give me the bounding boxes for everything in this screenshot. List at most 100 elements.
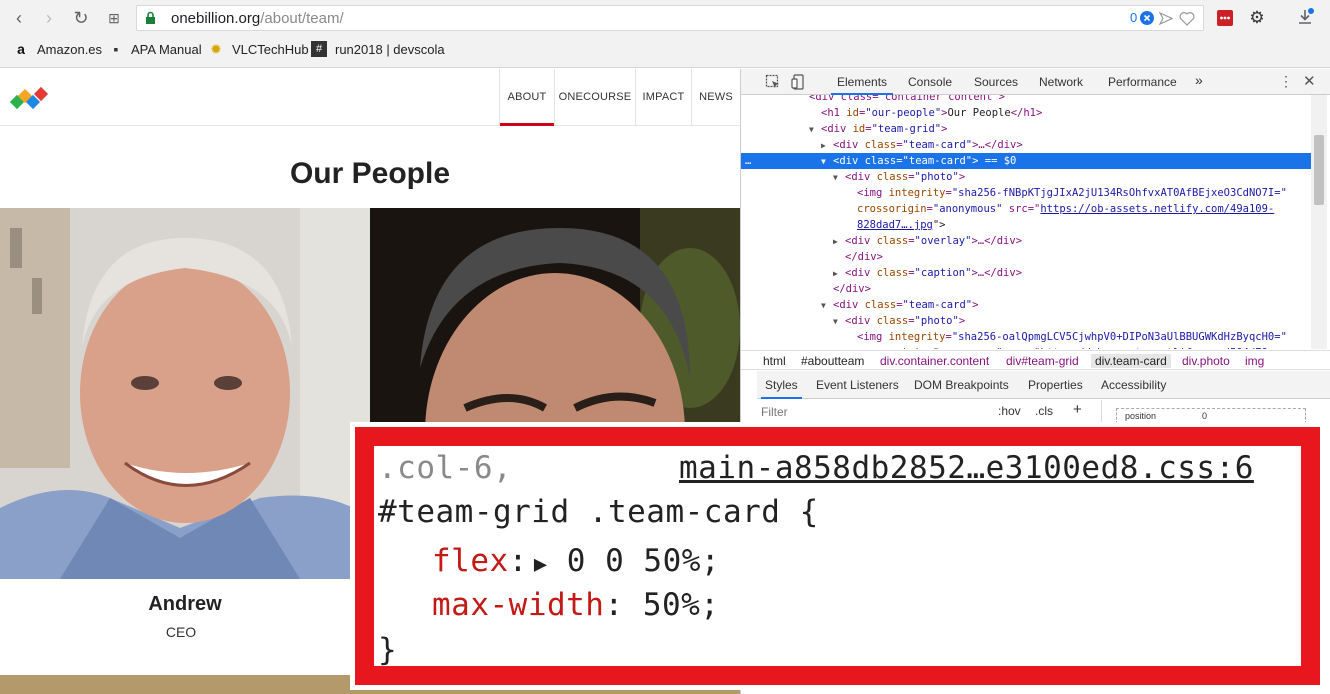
tab-properties[interactable]: Properties bbox=[1028, 378, 1083, 392]
dom-node[interactable]: ▶ <div class="caption">…</div> bbox=[741, 265, 1311, 281]
vlctechhub-icon: ✹ bbox=[210, 41, 222, 57]
expand-arrow-icon[interactable]: ▼ bbox=[809, 122, 821, 138]
node-menu-icon[interactable]: … bbox=[745, 153, 751, 169]
tab-sources[interactable]: Sources bbox=[974, 75, 1018, 89]
crumb-team-card[interactable]: div.team-card bbox=[1091, 354, 1171, 368]
site-header: ABOUT ONECOURSE IMPACT NEWS bbox=[0, 69, 740, 126]
close-icon[interactable]: ✕ bbox=[1303, 72, 1316, 90]
forward-icon[interactable]: › bbox=[38, 7, 60, 29]
nav-impact[interactable]: IMPACT bbox=[635, 69, 691, 126]
heart-icon[interactable] bbox=[1179, 11, 1195, 26]
dom-node[interactable]: ▼ <div class="team-card"> bbox=[741, 297, 1311, 313]
tab-console[interactable]: Console bbox=[908, 75, 952, 89]
portrait-image bbox=[0, 208, 370, 579]
tab-elements[interactable]: Elements bbox=[830, 75, 894, 95]
crumb-img[interactable]: img bbox=[1245, 354, 1264, 368]
expand-arrow-icon[interactable]: ▼ bbox=[833, 170, 845, 186]
resource-link[interactable]: 828dad7….jpg bbox=[857, 219, 933, 231]
kebab-menu-icon[interactable]: ⋮ bbox=[1279, 73, 1293, 90]
css-declaration-max-width[interactable]: max-width: 50%; bbox=[432, 587, 719, 623]
expand-arrow-icon[interactable]: ▶ bbox=[833, 266, 845, 282]
expand-arrow-icon[interactable]: ▶ bbox=[833, 234, 845, 250]
close-badge-icon[interactable] bbox=[1140, 11, 1154, 25]
dom-node-selected[interactable]: … ▼ <div class="team-card"> == $0 bbox=[741, 153, 1311, 169]
reload-icon[interactable]: ↻ bbox=[70, 7, 92, 29]
extension-counter: 0 bbox=[1130, 10, 1138, 25]
tab-network[interactable]: Network bbox=[1039, 75, 1083, 89]
bookmark-vlctechhub[interactable]: VLCTechHub bbox=[232, 42, 309, 57]
add-rule-button[interactable]: + bbox=[1073, 401, 1082, 418]
document-icon: ▪ bbox=[113, 41, 119, 57]
dom-node[interactable]: <img integrity="sha256-oalQpmgLCV5CjwhpV… bbox=[741, 329, 1311, 345]
dom-node[interactable]: crossorigin="anonymous" src="https://ob-… bbox=[741, 345, 1311, 349]
crumb-container[interactable]: div.container.content bbox=[880, 354, 989, 368]
apps-grid-icon[interactable]: ⊞ bbox=[103, 7, 125, 29]
dom-node[interactable]: ▼ <div id="team-grid"> bbox=[741, 121, 1311, 137]
download-icon[interactable] bbox=[1296, 8, 1314, 26]
nav-about[interactable]: ABOUT bbox=[499, 69, 554, 126]
expand-arrow-icon[interactable]: ▶ bbox=[534, 552, 548, 577]
dom-node[interactable]: crossorigin="anonymous" src="https://ob-… bbox=[741, 201, 1311, 217]
dom-node[interactable]: <img integrity="sha256-fNBpKTjgJIxA2jU13… bbox=[741, 185, 1311, 201]
tab-dom-breakpoints[interactable]: DOM Breakpoints bbox=[914, 378, 1009, 392]
css-declaration-flex[interactable]: flex: ▶ 0 0 50%; bbox=[432, 543, 720, 579]
value-max-width[interactable]: 50%; bbox=[643, 587, 720, 623]
resource-link[interactable]: https://ob-assets.netlify.com/594d79- bbox=[1040, 347, 1274, 349]
expand-arrow-icon[interactable]: ▼ bbox=[833, 314, 845, 330]
page-title: Our People bbox=[289, 157, 451, 190]
password-manager-icon[interactable] bbox=[1216, 9, 1234, 27]
expand-arrow-icon[interactable]: ▶ bbox=[821, 138, 833, 154]
expand-arrow-icon[interactable]: ▼ bbox=[821, 298, 833, 314]
bookmark-apa-manual[interactable]: APA Manual bbox=[131, 42, 202, 57]
onebillion-logo-icon[interactable] bbox=[10, 83, 50, 115]
tab-event-listeners[interactable]: Event Listeners bbox=[816, 378, 899, 392]
value-flex[interactable]: 0 0 50%; bbox=[567, 543, 720, 579]
dom-node[interactable]: <h1 id="our-people">Our People</h1> bbox=[741, 105, 1311, 121]
dom-node[interactable]: <div class="container content"> bbox=[741, 95, 1311, 105]
dom-node[interactable]: ▶ <div class="overlay">…</div> bbox=[741, 233, 1311, 249]
box-model-value: 0 bbox=[1202, 411, 1208, 421]
devtools-toolbar: Elements Console Sources Network Perform… bbox=[741, 69, 1330, 95]
dom-tree[interactable]: <div class="container content"> <h1 id="o… bbox=[741, 95, 1311, 349]
crumb-team-grid[interactable]: div#team-grid bbox=[1006, 354, 1079, 368]
crumb-photo[interactable]: div.photo bbox=[1182, 354, 1230, 368]
more-tabs-icon[interactable]: » bbox=[1195, 72, 1203, 88]
url-text[interactable]: onebillion.org/about/team/ bbox=[171, 10, 344, 27]
box-model-label: position bbox=[1125, 411, 1157, 421]
lock-icon bbox=[146, 11, 155, 24]
dom-node[interactable]: </div> bbox=[741, 281, 1311, 297]
dom-node[interactable]: ▶ <div class="team-card">…</div> bbox=[741, 137, 1311, 153]
person-role: CEO bbox=[165, 624, 197, 640]
dom-node[interactable]: ▼ <div class="photo"> bbox=[741, 169, 1311, 185]
device-toolbar-icon[interactable] bbox=[791, 74, 807, 90]
back-icon[interactable]: ‹ bbox=[8, 7, 30, 29]
crumb-aboutteam[interactable]: #aboutteam bbox=[801, 354, 864, 368]
address-bar[interactable]: onebillion.org/about/team/ 0 bbox=[136, 5, 1204, 31]
expand-arrow-icon[interactable]: ▼ bbox=[821, 154, 833, 170]
hover-state-toggle[interactable]: :hov bbox=[998, 404, 1021, 418]
gear-icon[interactable]: ⚙ bbox=[1246, 7, 1268, 29]
scroll-thumb[interactable] bbox=[1314, 135, 1324, 205]
tab-accessibility[interactable]: Accessibility bbox=[1101, 378, 1166, 392]
send-icon[interactable] bbox=[1159, 12, 1173, 25]
inspect-element-icon[interactable] bbox=[765, 74, 781, 90]
nav-news[interactable]: NEWS bbox=[691, 69, 740, 126]
styles-filter-input[interactable] bbox=[761, 403, 981, 421]
crumb-html[interactable]: html bbox=[763, 354, 786, 368]
bookmark-devscola[interactable]: run2018 | devscola SI bbox=[335, 42, 445, 57]
callout-red-frame: .col-6, main-a858db2852…e3100ed8.css:6 #… bbox=[355, 427, 1320, 685]
dom-node[interactable]: </div> bbox=[741, 249, 1311, 265]
resource-link[interactable]: https://ob-assets.netlify.com/49a109- bbox=[1040, 203, 1274, 215]
nav-onecourse[interactable]: ONECOURSE bbox=[554, 69, 635, 126]
class-toggle[interactable]: .cls bbox=[1035, 404, 1053, 418]
tab-styles[interactable]: Styles bbox=[761, 378, 802, 399]
tab-performance[interactable]: Performance bbox=[1108, 75, 1177, 89]
dom-scrollbar[interactable] bbox=[1311, 95, 1327, 349]
team-photo-andrew[interactable] bbox=[0, 208, 370, 579]
css-source-link[interactable]: main-a858db2852…e3100ed8.css:6 bbox=[679, 450, 1299, 486]
browser-chrome: ‹ › ↻ ⊞ onebillion.org/about/team/ 0 ⚙ a… bbox=[0, 0, 1330, 68]
bookmark-amazon[interactable]: Amazon.es bbox=[37, 42, 102, 57]
dom-node[interactable]: 828dad7….jpg"> bbox=[741, 217, 1311, 233]
selector-col6: .col-6, bbox=[378, 450, 513, 486]
dom-node[interactable]: ▼ <div class="photo"> bbox=[741, 313, 1311, 329]
